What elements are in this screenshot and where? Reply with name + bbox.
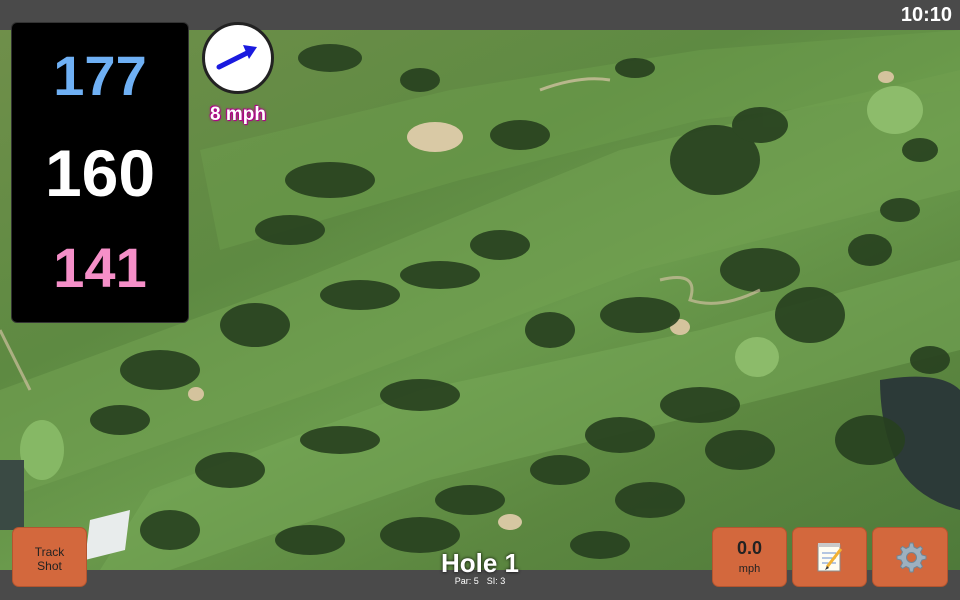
hole-info: Par: 5 SI: 3 (380, 576, 580, 586)
wind-arrow-icon (216, 45, 257, 70)
hole-par: Par: 5 (454, 576, 479, 586)
golf-gps-app: 10:10 177 160 141 8 mph Track Shot Hole … (0, 0, 960, 600)
wind-button-unit: mph (738, 563, 761, 575)
distance-panel: 177 160 141 (11, 22, 189, 323)
wind-direction-indicator (202, 22, 274, 94)
settings-button[interactable] (872, 527, 948, 587)
track-shot-button[interactable]: Track Shot (12, 527, 87, 587)
front-distance: 141 (53, 236, 147, 299)
gear-icon (896, 542, 927, 573)
notepad-icon (817, 543, 842, 572)
hole-stroke-index: SI: 3 (486, 576, 506, 586)
middle-distance: 160 (44, 136, 156, 210)
back-distance: 177 (53, 44, 147, 107)
wind-speed-button[interactable]: 0.0 mph (712, 527, 787, 587)
track-shot-label: Track Shot (34, 545, 65, 573)
clock: 10:10 (900, 4, 952, 26)
wind-speed-label: 8 mph (210, 104, 266, 125)
wind-button-value: 0.0 (736, 538, 763, 558)
hole-title: Hole 1 (440, 548, 520, 578)
scorecard-button[interactable] (792, 527, 867, 587)
